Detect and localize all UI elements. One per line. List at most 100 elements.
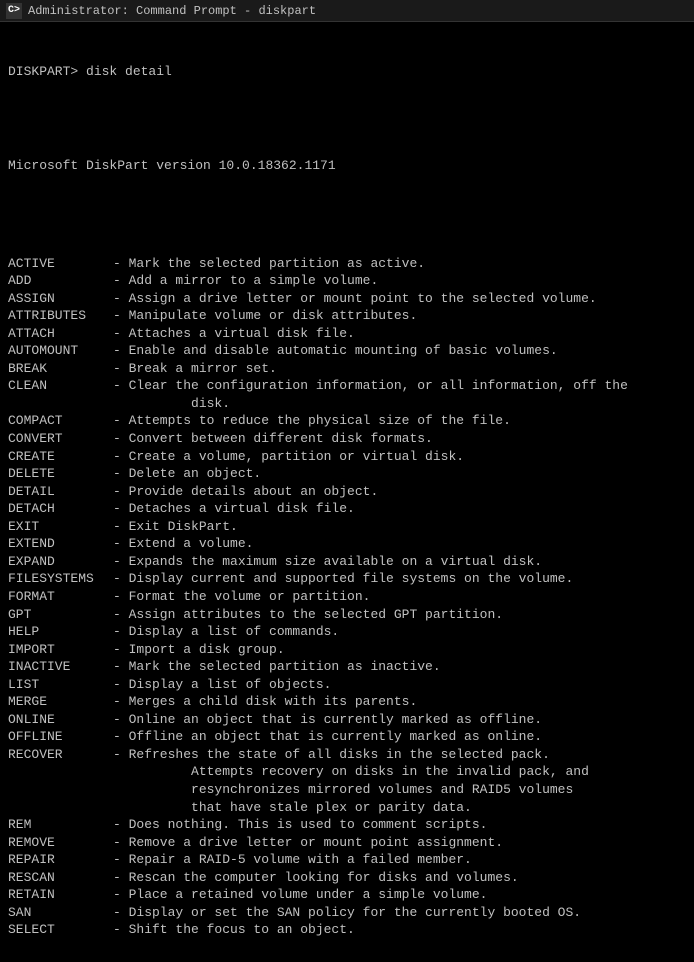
table-row: RETAIN- Place a retained volume under a … — [8, 886, 686, 904]
table-row: HELP- Display a list of commands. — [8, 623, 686, 641]
cmd-key: EXPAND — [8, 553, 113, 571]
cmd-desc: - Expands the maximum size available on … — [113, 553, 686, 571]
cmd-key: OFFLINE — [8, 728, 113, 746]
cmd-key: ASSIGN — [8, 290, 113, 308]
cmd-key: BREAK — [8, 360, 113, 378]
cmd-desc: - Enable and disable automatic mounting … — [113, 342, 686, 360]
table-row: SELECT- Shift the focus to an object. — [8, 921, 686, 939]
cmd-desc: - Place a retained volume under a simple… — [113, 886, 686, 904]
table-row: SAN- Display or set the SAN policy for t… — [8, 904, 686, 922]
cmd-desc: - Create a volume, partition or virtual … — [113, 448, 686, 466]
cmd-desc: - Convert between different disk formats… — [113, 430, 686, 448]
cmd-key: EXTEND — [8, 535, 113, 553]
cmd-desc: - Assign attributes to the selected GPT … — [113, 606, 686, 624]
cmd-key: RETAIN — [8, 886, 113, 904]
title-bar-text: Administrator: Command Prompt - diskpart — [28, 4, 316, 18]
title-bar: C> Administrator: Command Prompt - diskp… — [0, 0, 694, 22]
prompt-line: DISKPART> disk detail — [8, 63, 686, 81]
cmd-key: AUTOMOUNT — [8, 342, 113, 360]
table-row: DETACH- Detaches a virtual disk file. — [8, 500, 686, 518]
cmd-desc: - Add a mirror to a simple volume. — [113, 272, 686, 290]
cmd-key: CONVERT — [8, 430, 113, 448]
cmd-desc: - Import a disk group. — [113, 641, 686, 659]
cmd-key: CREATE — [8, 448, 113, 466]
table-row: ATTRIBUTES- Manipulate volume or disk at… — [8, 307, 686, 325]
cmd-key: SELECT — [8, 921, 113, 939]
cmd-key: LIST — [8, 676, 113, 694]
cmd-desc: - Format the volume or partition. — [113, 588, 686, 606]
cmd-desc: - Exit DiskPart. — [113, 518, 686, 536]
cmd-key: RESCAN — [8, 869, 113, 887]
table-row: CLEAN- Clear the configuration informati… — [8, 377, 686, 412]
table-row: EXPAND- Expands the maximum size availab… — [8, 553, 686, 571]
table-row: GPT- Assign attributes to the selected G… — [8, 606, 686, 624]
table-row: ADD- Add a mirror to a simple volume. — [8, 272, 686, 290]
cmd-key: REMOVE — [8, 834, 113, 852]
cmd-key: GPT — [8, 606, 113, 624]
cmd-desc: - Display or set the SAN policy for the … — [113, 904, 686, 922]
cmd-key: DETACH — [8, 500, 113, 518]
table-row: ATTACH- Attaches a virtual disk file. — [8, 325, 686, 343]
table-row: IMPORT- Import a disk group. — [8, 641, 686, 659]
cmd-key: ATTRIBUTES — [8, 307, 113, 325]
table-row: REMOVE- Remove a drive letter or mount p… — [8, 834, 686, 852]
table-row: INACTIVE- Mark the selected partition as… — [8, 658, 686, 676]
cmd-key: DELETE — [8, 465, 113, 483]
cmd-desc: - Remove a drive letter or mount point a… — [113, 834, 686, 852]
cmd-key: MERGE — [8, 693, 113, 711]
table-row: ACTIVE- Mark the selected partition as a… — [8, 255, 686, 273]
cmd-desc: - Break a mirror set. — [113, 360, 686, 378]
table-row: MERGE- Merges a child disk with its pare… — [8, 693, 686, 711]
table-row: DETAIL- Provide details about an object. — [8, 483, 686, 501]
table-row: COMPACT- Attempts to reduce the physical… — [8, 412, 686, 430]
table-row: DELETE- Delete an object. — [8, 465, 686, 483]
table-row: OFFLINE- Offline an object that is curre… — [8, 728, 686, 746]
cmd-desc: - Delete an object. — [113, 465, 686, 483]
cmd-key: EXIT — [8, 518, 113, 536]
cmd-desc: - Refreshes the state of all disks in th… — [113, 746, 686, 816]
table-row: AUTOMOUNT- Enable and disable automatic … — [8, 342, 686, 360]
cmd-desc: - Assign a drive letter or mount point t… — [113, 290, 686, 308]
table-row: RESCAN- Rescan the computer looking for … — [8, 869, 686, 887]
cmd-desc: - Offline an object that is currently ma… — [113, 728, 686, 746]
cmd-desc: - Shift the focus to an object. — [113, 921, 686, 939]
table-row: BREAK- Break a mirror set. — [8, 360, 686, 378]
table-row: REPAIR- Repair a RAID-5 volume with a fa… — [8, 851, 686, 869]
table-row: FORMAT- Format the volume or partition. — [8, 588, 686, 606]
console-output: DISKPART> disk detail Microsoft DiskPart… — [0, 22, 694, 962]
table-row: CONVERT- Convert between different disk … — [8, 430, 686, 448]
cmd-desc: - Rescan the computer looking for disks … — [113, 869, 686, 887]
cmd-icon: C> — [6, 3, 22, 19]
table-row: EXTEND- Extend a volume. — [8, 535, 686, 553]
cmd-key: ACTIVE — [8, 255, 113, 273]
cmd-key: FORMAT — [8, 588, 113, 606]
command-table: ACTIVE- Mark the selected partition as a… — [8, 255, 686, 939]
cmd-desc: - Does nothing. This is used to comment … — [113, 816, 686, 834]
cmd-key: ATTACH — [8, 325, 113, 343]
cmd-desc: - Display a list of commands. — [113, 623, 686, 641]
cmd-key: INACTIVE — [8, 658, 113, 676]
cmd-desc: - Attempts to reduce the physical size o… — [113, 412, 686, 430]
cmd-key: IMPORT — [8, 641, 113, 659]
cmd-key: ADD — [8, 272, 113, 290]
table-row: CREATE- Create a volume, partition or vi… — [8, 448, 686, 466]
cmd-desc: - Extend a volume. — [113, 535, 686, 553]
cmd-key: DETAIL — [8, 483, 113, 501]
table-row: FILESYSTEMS- Display current and support… — [8, 570, 686, 588]
cmd-key: REPAIR — [8, 851, 113, 869]
table-row: REM- Does nothing. This is used to comme… — [8, 816, 686, 834]
cmd-key: FILESYSTEMS — [8, 570, 113, 588]
cmd-desc: - Repair a RAID-5 volume with a failed m… — [113, 851, 686, 869]
cmd-desc: - Mark the selected partition as active. — [113, 255, 686, 273]
cmd-key: SAN — [8, 904, 113, 922]
version-line: Microsoft DiskPart version 10.0.18362.11… — [8, 157, 686, 175]
cmd-key: COMPACT — [8, 412, 113, 430]
cmd-key: REM — [8, 816, 113, 834]
cmd-desc: - Provide details about an object. — [113, 483, 686, 501]
cmd-desc: - Mark the selected partition as inactiv… — [113, 658, 686, 676]
cmd-desc: - Clear the configuration information, o… — [113, 377, 686, 412]
cmd-desc: - Online an object that is currently mar… — [113, 711, 686, 729]
cmd-key: RECOVER — [8, 746, 113, 816]
table-row: ONLINE- Online an object that is current… — [8, 711, 686, 729]
cmd-key: HELP — [8, 623, 113, 641]
